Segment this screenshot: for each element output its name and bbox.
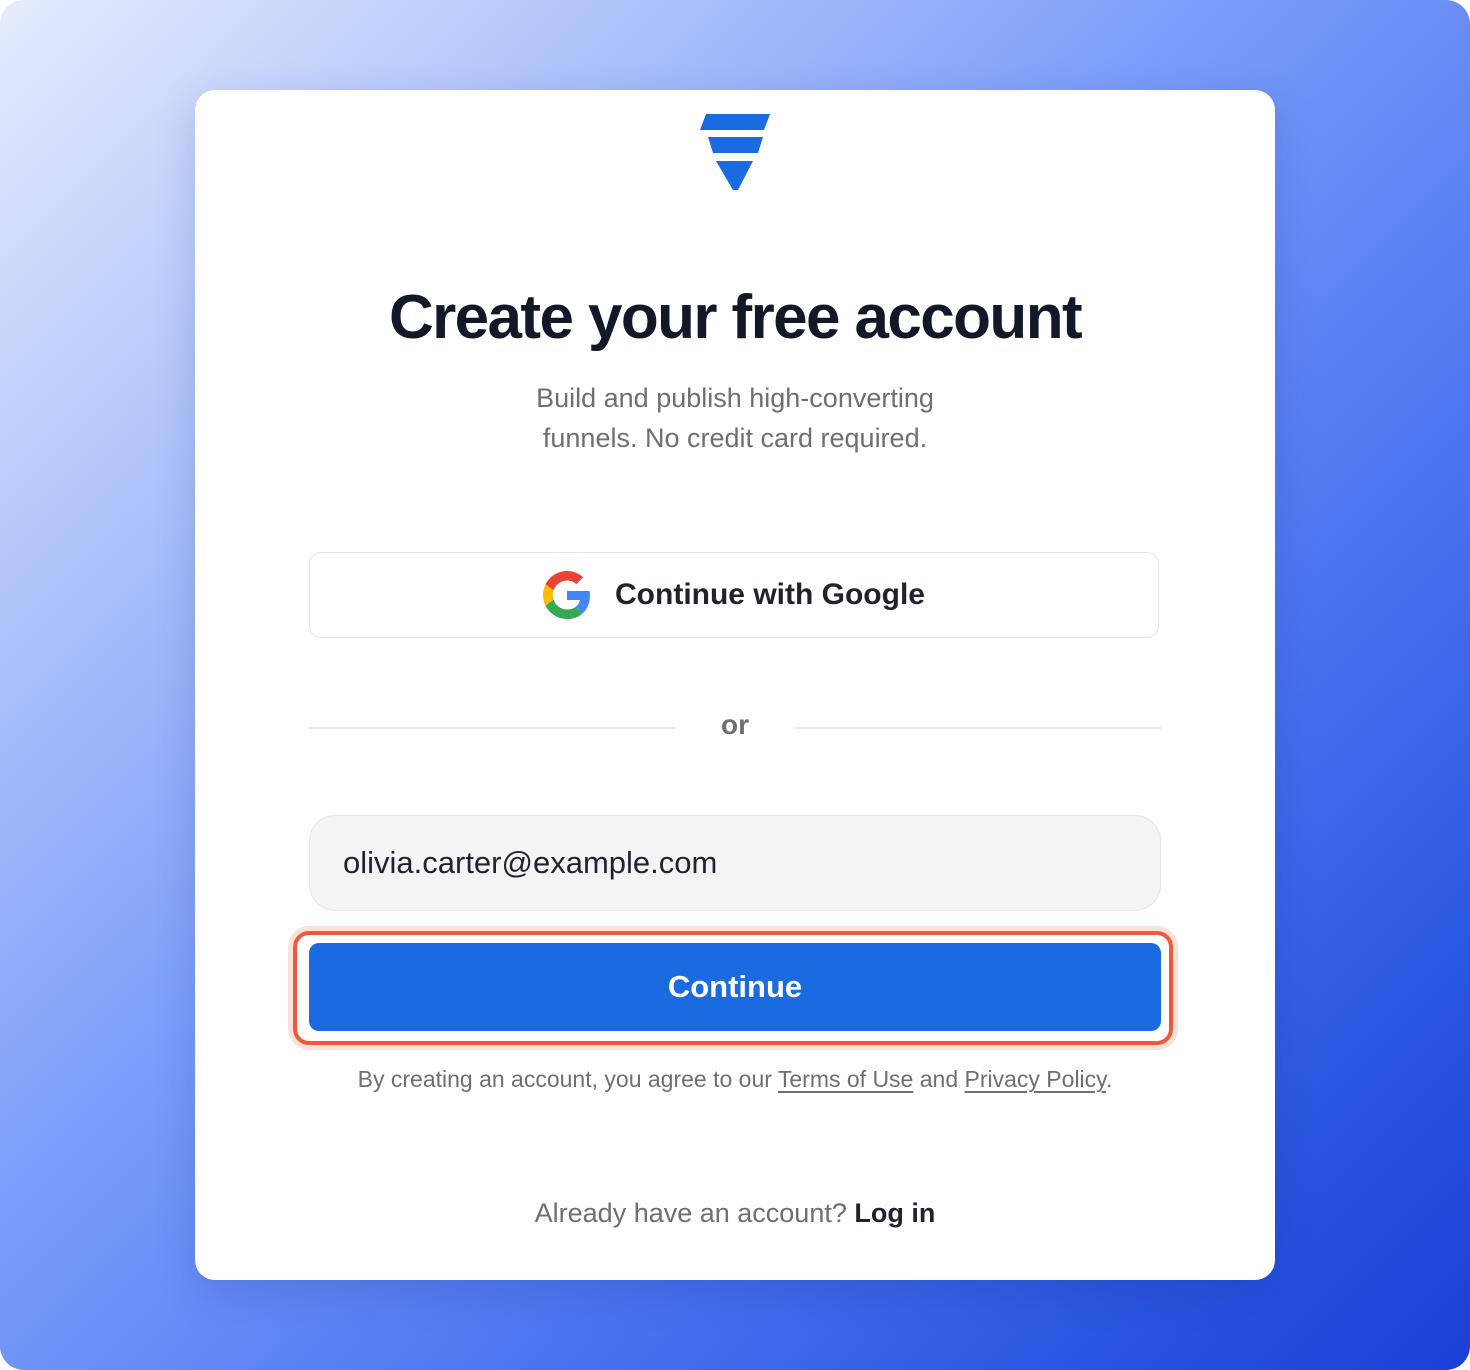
continue-button[interactable]: Continue [309,943,1161,1031]
page-subtitle: Build and publish high-converting funnel… [195,378,1275,458]
login-prompt-text: Already have an account? [534,1198,855,1228]
legal-notice: By creating an account, you agree to our… [195,1066,1275,1093]
privacy-policy-link[interactable]: Privacy Policy [965,1066,1106,1092]
funnel-logo-icon [700,114,770,190]
or-divider: or [309,707,1161,751]
login-prompt: Already have an account? Log in [195,1198,1275,1229]
page-title: Create your free account [388,283,1083,352]
google-icon [543,571,590,619]
google-button-label: Continue with Google [615,578,925,611]
email-input[interactable] [309,815,1161,911]
subtitle-line-2: funnels. No credit card required. [542,423,928,453]
signup-card: Create your free account Build and publi… [195,90,1275,1280]
log-in-link[interactable]: Log in [854,1198,935,1228]
subtitle-line-1: Build and publish high-converting [536,383,934,413]
legal-middle: and [913,1066,965,1092]
terms-of-use-link[interactable]: Terms of Use [778,1066,913,1092]
legal-suffix: . [1105,1066,1113,1092]
continue-with-google-button[interactable]: Continue with Google [309,552,1159,638]
divider-line-right [795,727,1161,729]
legal-prefix: By creating an account, you agree to our [357,1066,778,1092]
divider-label: or [721,709,749,740]
